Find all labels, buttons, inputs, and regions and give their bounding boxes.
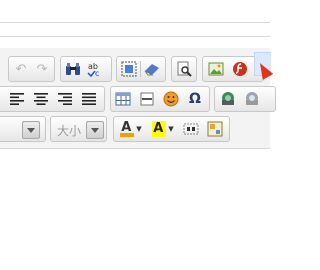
color-group: A ▼ A ▼ (113, 116, 230, 142)
find-group: ab c (60, 56, 112, 82)
preview-group (171, 56, 197, 82)
selection-group (116, 56, 166, 82)
eraser-icon[interactable] (143, 60, 161, 78)
top-divider (0, 36, 270, 37)
anchor-icon[interactable] (219, 90, 237, 108)
smiley-icon[interactable] (162, 90, 180, 108)
link-group (214, 86, 276, 112)
align-center-icon[interactable] (32, 90, 50, 108)
special-char-glyph: Ω (189, 90, 201, 107)
font-name-dropdown-icon[interactable] (22, 121, 40, 139)
select-all-icon[interactable] (120, 60, 138, 78)
top-divider (0, 22, 270, 23)
chevron-down-icon: ▼ (136, 125, 142, 133)
toolbar-row-2: Ω (0, 86, 276, 112)
svg-text:c: c (95, 69, 99, 77)
bg-color-icon: A (152, 121, 167, 137)
omega-icon[interactable]: Ω (186, 90, 204, 108)
align-right-icon[interactable] (56, 90, 74, 108)
font-size-dropdown-icon[interactable] (86, 121, 104, 139)
spellcheck-icon[interactable]: ab c (87, 60, 105, 78)
text-color-button[interactable]: A ▼ (118, 120, 144, 138)
toolbar-row-1: ↶ ↷ ab c (0, 56, 270, 82)
unlink-icon[interactable] (243, 90, 261, 108)
font-size-combo[interactable]: 大小 (50, 116, 107, 142)
show-blocks-icon[interactable] (182, 120, 200, 138)
font-name-combo[interactable] (0, 116, 46, 142)
alignment-group (0, 86, 105, 112)
preview-icon[interactable] (175, 60, 193, 78)
redo-icon[interactable]: ↷ (33, 60, 51, 78)
insert-group: Ω (110, 86, 210, 112)
toolbar-row-3: 大小 A ▼ A ▼ (0, 116, 270, 142)
image-icon[interactable] (207, 60, 225, 78)
table-icon[interactable] (114, 90, 132, 108)
undo-redo-group: ↶ ↷ (8, 56, 55, 82)
justify-icon[interactable] (80, 90, 98, 108)
bg-color-button[interactable]: A ▼ (150, 120, 176, 138)
chevron-down-icon: ▼ (168, 125, 174, 133)
text-color-icon: A (120, 121, 135, 137)
align-left-icon[interactable] (8, 90, 26, 108)
maximize-icon[interactable] (206, 120, 224, 138)
horizontal-rule-icon[interactable] (138, 90, 156, 108)
separator (140, 61, 141, 77)
undo-icon[interactable]: ↶ (12, 60, 30, 78)
flash-icon[interactable] (231, 60, 249, 78)
font-size-label: 大小 (57, 124, 82, 138)
binoculars-icon[interactable] (64, 60, 82, 78)
